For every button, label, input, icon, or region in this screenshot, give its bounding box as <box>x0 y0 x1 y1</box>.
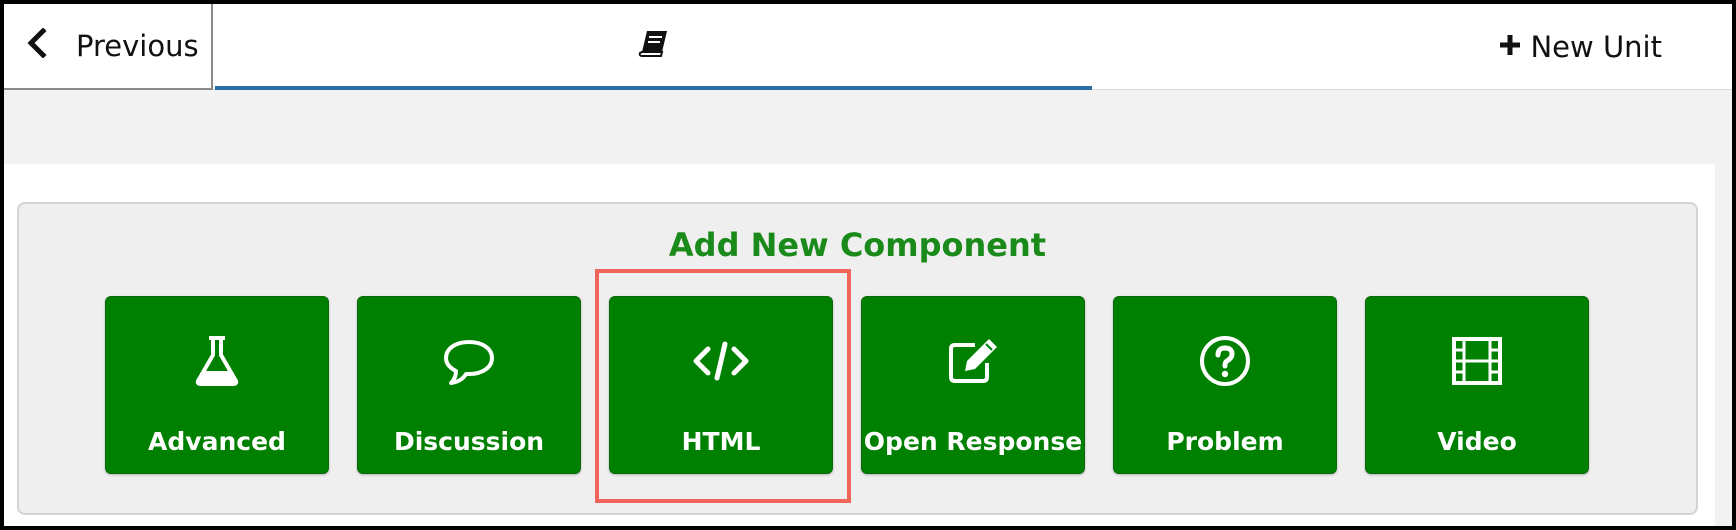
video-component-button[interactable]: Video <box>1365 296 1589 474</box>
component-label: Video <box>1437 427 1517 456</box>
unit-content: Add New Component Advanced Discussion HT… <box>4 164 1715 526</box>
flask-icon <box>106 333 328 389</box>
film-icon <box>1366 333 1588 389</box>
new-unit-label: New Unit <box>1530 30 1662 64</box>
discussion-component-button[interactable]: Discussion <box>357 296 581 474</box>
problem-component-button[interactable]: Problem <box>1113 296 1337 474</box>
code-icon <box>610 333 832 389</box>
component-label: Advanced <box>148 427 286 456</box>
current-unit-tab[interactable] <box>215 4 1092 90</box>
edit-square-icon <box>862 333 1084 389</box>
advanced-component-button[interactable]: Advanced <box>105 296 329 474</box>
html-component-button[interactable]: HTML <box>609 296 833 474</box>
component-label: HTML <box>681 427 761 456</box>
new-unit-button[interactable]: New Unit <box>1498 4 1662 90</box>
speech-bubble-icon <box>358 333 580 389</box>
component-label: Problem <box>1166 427 1284 456</box>
previous-button[interactable]: Previous <box>4 4 213 90</box>
add-component-panel: Add New Component Advanced Discussion HT… <box>17 202 1698 515</box>
component-label: Discussion <box>393 427 545 456</box>
question-circle-icon <box>1114 333 1336 389</box>
component-label: Open Response <box>863 427 1083 456</box>
panel-title: Add New Component <box>668 226 1047 264</box>
book-icon <box>638 28 670 62</box>
plus-icon <box>1498 30 1522 64</box>
open-response-component-button[interactable]: Open Response <box>861 296 1085 474</box>
page-frame: Previous New Unit Add New Component Adva… <box>4 4 1732 526</box>
chevron-left-icon <box>26 26 48 65</box>
unit-navigation-bar: Previous New Unit <box>4 4 1732 90</box>
previous-label: Previous <box>76 29 199 63</box>
